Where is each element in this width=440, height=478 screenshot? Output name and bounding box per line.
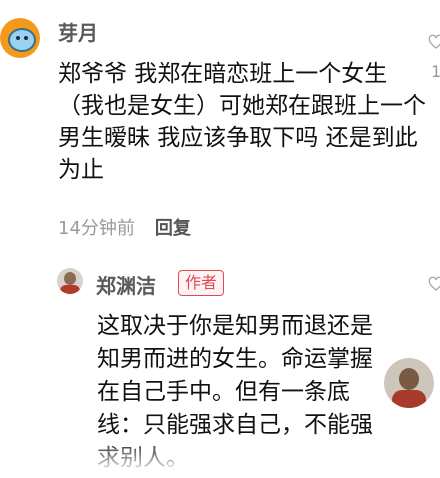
author-badge: 作者 bbox=[178, 270, 225, 296]
cat-face-icon bbox=[8, 28, 36, 52]
floating-author-avatar[interactable] bbox=[384, 358, 434, 408]
comment-meta: 14分钟前 回复 bbox=[58, 214, 191, 240]
reply-button[interactable]: 回复 bbox=[155, 218, 191, 239]
commenter-avatar[interactable] bbox=[0, 18, 40, 58]
heart-outline-icon[interactable] bbox=[428, 34, 440, 50]
comment-time: 14分钟前 bbox=[58, 218, 135, 239]
bottom-fade bbox=[0, 438, 440, 478]
like-count: 1 bbox=[431, 62, 440, 81]
heart-outline-icon[interactable] bbox=[428, 276, 440, 292]
comment-text: 郑爷爷 我郑在暗恋班上一个女生（我也是女生）可她郑在跟班上一个男生暧昧 我应该争… bbox=[58, 61, 426, 183]
commenter-name[interactable]: 芽月 bbox=[58, 17, 98, 46]
reply-author-name[interactable]: 郑渊洁 bbox=[96, 270, 156, 299]
author-avatar[interactable] bbox=[57, 268, 83, 294]
